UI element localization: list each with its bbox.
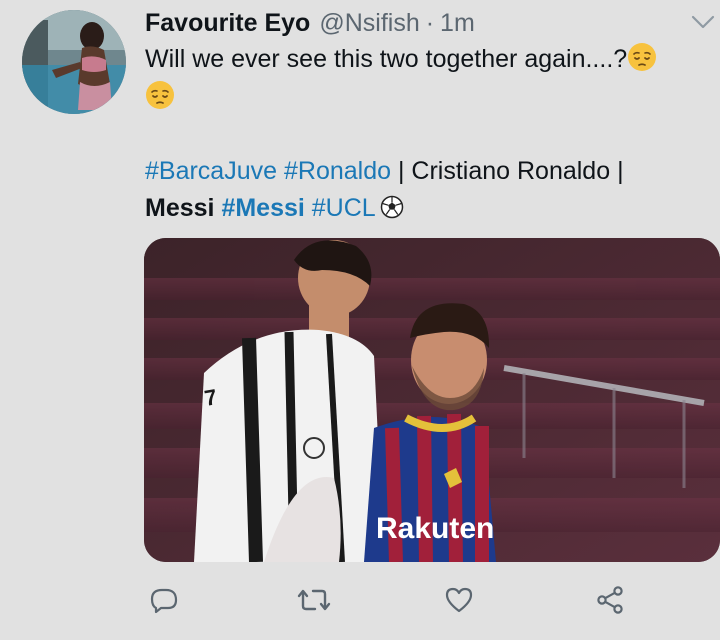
display-name[interactable]: Favourite Eyo [145, 6, 310, 40]
reply-button[interactable] [146, 582, 182, 618]
separator-dot: · [425, 9, 435, 37]
tweet-hashtags: #BarcaJuve #Ronaldo | Cristiano Ronaldo … [145, 153, 715, 227]
like-button[interactable] [441, 582, 477, 618]
chevron-down-icon[interactable] [691, 14, 715, 30]
tweet-plain-text: | Cristiano Ronaldo | [391, 157, 624, 185]
tweet-header: Favourite Eyo @Nsifish · 1m [145, 6, 475, 40]
retweet-button[interactable] [296, 582, 332, 618]
hashtag-barcajuve[interactable]: #BarcaJuve [145, 157, 277, 185]
hashtag-ronaldo[interactable]: #Ronaldo [284, 157, 391, 185]
tweet-action-bar [0, 582, 720, 622]
pensive-face-emoji-icon [145, 80, 175, 110]
tweet-text-content: Will we ever see this two together again… [145, 45, 628, 73]
ronaldo-messi-photo: 7 Rakuten [144, 238, 720, 562]
timestamp[interactable]: 1m [440, 6, 475, 40]
retweet-icon [297, 589, 331, 611]
share-icon [597, 586, 623, 614]
tweet-text: Will we ever see this two together again… [145, 40, 715, 116]
user-handle[interactable]: @Nsifish [319, 6, 419, 40]
avatar[interactable] [22, 10, 126, 114]
pensive-face-emoji-icon [627, 42, 657, 72]
tweet-media-image[interactable]: 7 Rakuten [144, 238, 720, 562]
soccer-ball-icon [380, 193, 404, 219]
reply-icon [150, 588, 178, 614]
tweet-bold-text: Messi [145, 194, 215, 222]
hashtag-messi[interactable]: #Messi [221, 194, 304, 222]
share-button[interactable] [592, 582, 628, 618]
jersey-text: Rakuten [376, 512, 494, 545]
avatar-image [22, 10, 126, 114]
tweet-card[interactable]: Favourite Eyo @Nsifish · 1m Will we ever… [0, 0, 720, 640]
heart-icon [445, 587, 473, 613]
hashtag-ucl[interactable]: #UCL [312, 194, 376, 222]
